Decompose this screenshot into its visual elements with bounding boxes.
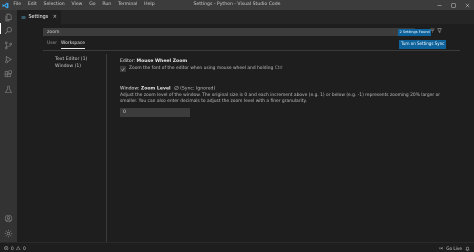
- menu-selection[interactable]: Selection: [40, 0, 68, 10]
- notifications-icon[interactable]: [465, 246, 470, 251]
- error-count: 0: [11, 245, 14, 251]
- key-hint: Ctrl: [274, 66, 283, 71]
- error-icon: [4, 245, 9, 251]
- account-icon[interactable]: [3, 213, 14, 224]
- menu-file[interactable]: File: [10, 0, 24, 10]
- tab-settings[interactable]: Settings ×: [17, 10, 61, 24]
- extensions-icon[interactable]: [3, 69, 14, 80]
- settings-search-input[interactable]: zoom: [43, 28, 415, 36]
- window-controls: [432, 0, 474, 10]
- setting-zoom-level: Window: Zoom Level (Sync: Ignored) Adjus…: [120, 86, 450, 117]
- setting-name: Mouse Wheel Zoom: [136, 59, 188, 64]
- setting-name: Zoom Level: [140, 86, 171, 92]
- menu-go[interactable]: Go: [86, 0, 99, 10]
- status-problems[interactable]: 0 0: [4, 243, 26, 252]
- tab-label: Settings: [28, 14, 49, 20]
- filter-icon[interactable]: [437, 28, 442, 33]
- status-bar: 0 0 Go Live: [0, 242, 474, 252]
- settings-editor: zoom 2 Settings Found User Workspace Tur…: [17, 24, 474, 242]
- settings-toc: Text Editor (1) Window (1): [55, 57, 87, 70]
- settings-file-icon: [21, 15, 26, 19]
- files-icon[interactable]: [3, 12, 14, 23]
- sync-ignored-icon: [173, 86, 179, 90]
- checkmark-icon: [121, 67, 125, 71]
- setting-title: Editor: Mouse Wheel Zoom: [120, 59, 283, 65]
- setting-description: Zoom the font of the editor when using m…: [129, 66, 283, 72]
- results-count-badge: 2 Settings Found: [398, 29, 432, 36]
- activity-bar: [0, 10, 17, 242]
- menu-view[interactable]: View: [68, 0, 86, 10]
- menu-terminal[interactable]: Terminal: [115, 0, 141, 10]
- test-icon[interactable]: [3, 84, 14, 95]
- search-icon[interactable]: [3, 25, 14, 36]
- tab-workspace[interactable]: Workspace: [61, 41, 86, 49]
- setting-category: Window:: [120, 86, 141, 92]
- active-indicator: [0, 23, 2, 34]
- maximize-icon[interactable]: [446, 0, 460, 10]
- editor-tab-bar: Settings ×: [17, 10, 474, 24]
- setting-description: Adjust the zoom level of the window. The…: [120, 92, 441, 104]
- header-divider: [43, 50, 460, 51]
- zoom-level-input[interactable]: 0: [120, 107, 190, 117]
- minimize-icon[interactable]: [432, 0, 446, 10]
- menu-bar: File Edit Selection View Go Run Terminal…: [10, 0, 158, 10]
- toc-item-window[interactable]: Window (1): [55, 64, 87, 71]
- menu-edit[interactable]: Edit: [24, 0, 40, 10]
- toc-divider: [106, 54, 107, 242]
- title-bar: File Edit Selection View Go Run Terminal…: [0, 0, 474, 10]
- sync-note: (Sync: Ignored): [180, 86, 216, 92]
- warning-icon: [16, 245, 21, 251]
- vscode-logo-icon: [0, 0, 10, 10]
- clear-filter-icon[interactable]: [430, 28, 435, 33]
- mouse-wheel-zoom-checkbox[interactable]: [120, 66, 126, 72]
- search-actions: [430, 28, 442, 33]
- toc-item-text-editor[interactable]: Text Editor (1): [55, 57, 87, 64]
- settings-scope-tabs: User Workspace: [47, 41, 86, 49]
- status-right: Go Live: [439, 243, 470, 252]
- setting-mouse-wheel-zoom: Editor: Mouse Wheel Zoom Zoom the font o…: [120, 59, 283, 72]
- warning-count: 0: [23, 245, 26, 251]
- close-window-icon[interactable]: [460, 0, 474, 10]
- tab-user[interactable]: User: [47, 41, 57, 49]
- run-debug-icon[interactable]: [3, 54, 14, 65]
- menu-help[interactable]: Help: [141, 0, 158, 10]
- gear-icon[interactable]: [3, 228, 14, 239]
- go-live-button[interactable]: Go Live: [446, 246, 462, 251]
- close-icon[interactable]: ×: [53, 14, 57, 20]
- turn-on-settings-sync-button[interactable]: Turn on Settings Sync: [399, 40, 447, 49]
- menu-run[interactable]: Run: [99, 0, 115, 10]
- source-control-icon[interactable]: [3, 40, 14, 51]
- broadcast-icon: [439, 246, 443, 250]
- setting-category: Editor:: [120, 59, 137, 64]
- setting-description-text: Zoom the font of the editor when using m…: [129, 66, 275, 71]
- checkbox-row: Zoom the font of the editor when using m…: [120, 66, 283, 72]
